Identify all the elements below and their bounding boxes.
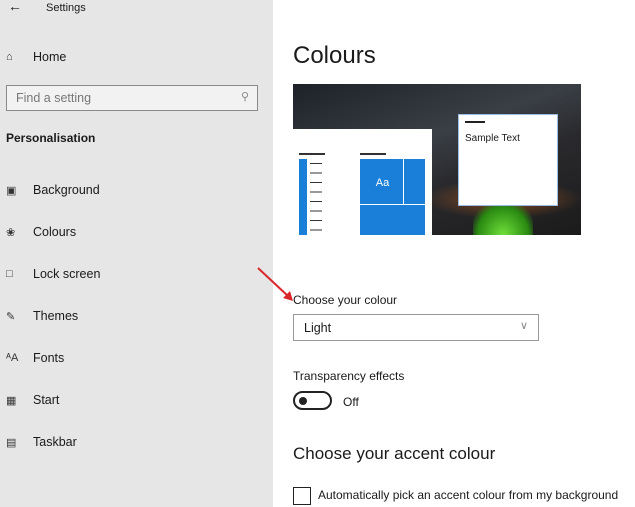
- transparency-label: Transparency effects: [293, 369, 405, 383]
- colour-dropdown[interactable]: Light ∨: [293, 314, 539, 341]
- sidebar-item-fonts[interactable]: ᴬA Fonts: [6, 351, 64, 365]
- accent-heading: Choose your accent colour: [293, 444, 496, 463]
- back-arrow-icon[interactable]: ←: [8, 0, 22, 14]
- fonts-icon: ᴬA: [6, 352, 19, 364]
- preview-window: Aa: [293, 129, 432, 235]
- main-content: Colours Aa Sample Text Choose your colou…: [273, 0, 635, 507]
- item-label: Lock screen: [33, 267, 101, 281]
- search-icon: ⚲: [240, 91, 249, 103]
- sidebar-item-start[interactable]: ▦ Start: [6, 393, 59, 407]
- window-title: Settings: [46, 2, 86, 14]
- sidebar-item-lock-screen[interactable]: □ Lock screen: [6, 267, 100, 281]
- item-label: Start: [33, 393, 60, 407]
- colour-preview: Aa Sample Text: [293, 84, 581, 235]
- home-icon: ⌂: [6, 51, 13, 63]
- search-placeholder: Find a setting: [16, 91, 92, 105]
- lock-screen-icon: □: [6, 268, 13, 280]
- page-title: Colours: [293, 42, 376, 69]
- transparency-toggle[interactable]: [293, 391, 332, 410]
- home-label: Home: [33, 50, 67, 64]
- section-heading: Personalisation: [6, 131, 96, 145]
- search-input[interactable]: Find a setting ⚲: [6, 85, 258, 111]
- item-label: Colours: [33, 225, 77, 239]
- start-icon: ▦: [6, 394, 17, 407]
- choose-colour-label: Choose your colour: [293, 293, 398, 307]
- sidebar-item-themes[interactable]: ✎ Themes: [6, 309, 78, 323]
- auto-pick-label: Automatically pick an accent colour from…: [318, 488, 619, 502]
- image-icon: ▣: [6, 184, 17, 197]
- sidebar-item-taskbar[interactable]: ▤ Taskbar: [6, 435, 77, 449]
- item-label: Themes: [33, 309, 79, 323]
- preview-tile: Aa: [360, 159, 425, 235]
- item-label: Taskbar: [33, 435, 77, 449]
- sample-text: Sample Text: [458, 114, 558, 206]
- taskbar-icon: ▤: [6, 436, 17, 449]
- sidebar-item-home[interactable]: ⌂ Home: [6, 50, 66, 64]
- palette-icon: ❀: [6, 226, 16, 239]
- dropdown-value: Light: [304, 321, 332, 335]
- item-label: Fonts: [33, 351, 65, 365]
- auto-pick-checkbox[interactable]: [293, 487, 311, 505]
- item-label: Background: [33, 183, 100, 197]
- sidebar: ← Settings ⌂ Home Find a setting ⚲ Persona…: [0, 0, 273, 507]
- toggle-state: Off: [343, 395, 359, 409]
- themes-icon: ✎: [6, 310, 16, 323]
- chevron-down-icon: ∨: [519, 320, 528, 332]
- sidebar-item-background[interactable]: ▣ Background: [6, 183, 100, 197]
- sidebar-item-colours[interactable]: ❀ Colours: [6, 225, 76, 239]
